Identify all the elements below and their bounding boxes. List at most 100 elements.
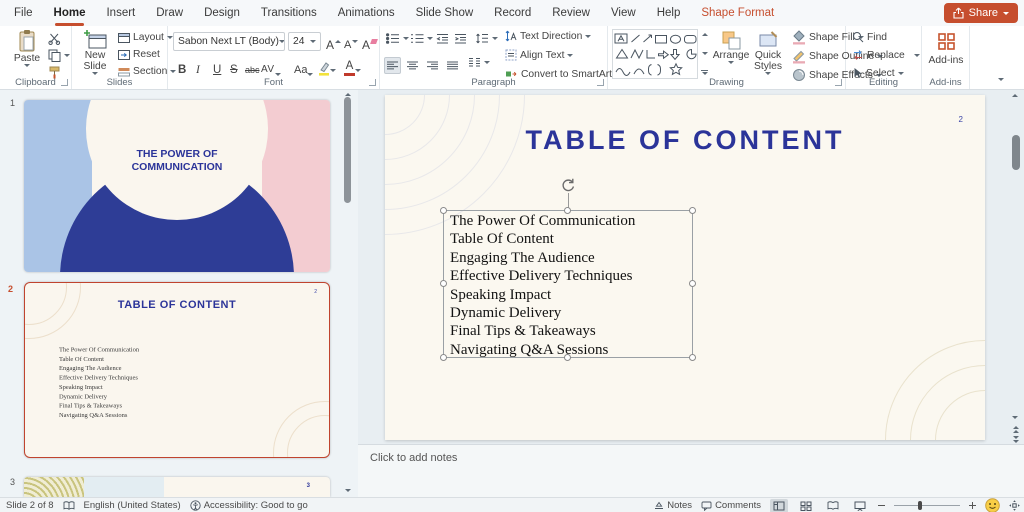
replace-button[interactable]: Replace	[852, 49, 920, 61]
increase-indent-button[interactable]	[454, 33, 467, 44]
character-spacing-button[interactable]: AV	[261, 58, 281, 76]
grow-font-button[interactable]: A	[326, 33, 341, 51]
align-right-button[interactable]	[424, 57, 441, 74]
slideshow-view-button[interactable]	[851, 499, 869, 512]
thumbnails-scrollbar-thumb[interactable]	[344, 97, 351, 203]
shapes-gallery[interactable]	[612, 29, 698, 79]
thumbnails-scroll-down-icon[interactable]	[345, 489, 351, 492]
comments-button[interactable]: Comments	[701, 500, 761, 511]
new-slide-button[interactable]: New Slide	[76, 29, 114, 75]
cut-button[interactable]	[48, 32, 61, 45]
current-slide[interactable]: TABLE OF CONTENT 2 The Power Of Communic…	[385, 95, 985, 440]
selection-handle[interactable]	[440, 354, 447, 361]
slide-canvas[interactable]: TABLE OF CONTENT 2 The Power Of Communic…	[358, 90, 1024, 444]
find-button[interactable]: Find	[852, 31, 887, 43]
font-name-combobox[interactable]: Sabon Next LT (Body)	[173, 32, 285, 51]
reading-view-button[interactable]	[824, 499, 842, 512]
font-dialog-launcher-icon[interactable]	[369, 79, 376, 86]
align-center-button[interactable]	[404, 57, 421, 74]
notes-pane[interactable]: Click to add notes	[358, 444, 1024, 497]
accessibility-status[interactable]: Accessibility: Good to go	[190, 500, 308, 511]
menu-tab-slide-show[interactable]: Slide Show	[416, 7, 474, 19]
clear-formatting-button[interactable]: A	[362, 33, 377, 51]
next-slide-button[interactable]	[1013, 436, 1019, 443]
toc-item[interactable]: Engaging The Audience	[444, 249, 692, 267]
copy-button[interactable]	[48, 49, 70, 62]
align-text-button[interactable]: Align Text	[505, 49, 573, 61]
selection-handle[interactable]	[689, 354, 696, 361]
smiley-face-icon[interactable]	[985, 498, 1000, 512]
change-case-button[interactable]: Aa	[294, 58, 313, 76]
spell-check-icon[interactable]	[63, 501, 75, 510]
zoom-slider-thumb[interactable]	[918, 501, 922, 510]
zoom-out-button[interactable]	[878, 505, 885, 506]
selection-handle[interactable]	[689, 280, 696, 287]
text-direction-button[interactable]: Text Direction	[505, 30, 591, 42]
underline-button[interactable]: U	[213, 58, 221, 76]
slide-title[interactable]: TABLE OF CONTENT	[385, 125, 985, 156]
menu-tab-draw[interactable]: Draw	[156, 7, 183, 19]
toc-item[interactable]: Dynamic Delivery	[444, 304, 692, 322]
collapse-ribbon-icon[interactable]	[998, 78, 1004, 81]
toc-textbox-selected[interactable]: The Power Of Communication Table Of Cont…	[443, 210, 693, 358]
menu-tab-help[interactable]: Help	[657, 7, 681, 19]
quick-styles-button[interactable]: Quick Styles	[750, 30, 786, 75]
numbering-button[interactable]	[410, 33, 433, 44]
text-shadow-button[interactable]: abc	[245, 58, 260, 76]
notes-placeholder[interactable]: Click to add notes	[370, 452, 457, 464]
menu-tab-transitions[interactable]: Transitions	[261, 7, 317, 19]
highlight-color-button[interactable]	[318, 58, 336, 76]
gallery-more-icon[interactable]	[701, 70, 708, 75]
slide-sorter-view-button[interactable]	[797, 499, 815, 512]
menu-tab-review[interactable]: Review	[552, 7, 590, 19]
zoom-in-button[interactable]	[969, 502, 976, 509]
bold-button[interactable]: B	[178, 58, 186, 76]
font-size-combobox[interactable]: 24	[288, 32, 321, 51]
arrange-button[interactable]: Arrange	[714, 30, 748, 64]
canvas-scrollbar-thumb[interactable]	[1012, 135, 1020, 170]
menu-tab-design[interactable]: Design	[204, 7, 240, 19]
paragraph-dialog-launcher-icon[interactable]	[597, 79, 604, 86]
thumbnails-scroll-up-icon[interactable]	[345, 93, 351, 96]
menu-tab-view[interactable]: View	[611, 7, 636, 19]
selection-handle[interactable]	[689, 207, 696, 214]
justify-button[interactable]	[444, 57, 461, 74]
font-color-button[interactable]: A	[344, 58, 361, 76]
fit-slide-to-window-button[interactable]	[1009, 500, 1020, 511]
menu-tab-home[interactable]: Home	[54, 7, 86, 19]
menu-tab-insert[interactable]: Insert	[106, 7, 135, 19]
slide-indicator[interactable]: Slide 2 of 8	[6, 500, 54, 511]
canvas-scroll-up-icon[interactable]	[1012, 94, 1018, 97]
reset-button[interactable]: Reset	[118, 49, 160, 60]
previous-slide-button[interactable]	[1013, 426, 1019, 433]
slide-1-thumbnail[interactable]: THE POWER OF COMMUNICATION	[24, 100, 330, 272]
selection-handle[interactable]	[564, 354, 571, 361]
bullets-button[interactable]	[386, 33, 409, 44]
strikethrough-button[interactable]: S	[230, 58, 238, 76]
line-spacing-button[interactable]	[475, 33, 498, 44]
italic-button[interactable]: I	[196, 58, 200, 76]
scroll-up-icon[interactable]	[702, 33, 708, 36]
toc-item[interactable]: Effective Delivery Techniques	[444, 267, 692, 285]
selection-handle[interactable]	[564, 207, 571, 214]
menu-tab-record[interactable]: Record	[494, 7, 531, 19]
menu-tab-shape-format[interactable]: Shape Format	[701, 7, 774, 19]
scroll-down-icon[interactable]	[702, 52, 708, 55]
notes-toggle-button[interactable]: Notes	[654, 500, 692, 511]
align-left-button[interactable]	[384, 57, 401, 74]
toc-item[interactable]: The Power Of Communication	[444, 212, 692, 230]
slide-2-thumbnail-selected[interactable]: TABLE OF CONTENT 2 The Power Of Communic…	[24, 282, 330, 458]
paste-button[interactable]: Paste	[8, 29, 46, 67]
menu-tab-file[interactable]: File	[14, 7, 33, 19]
rotation-handle[interactable]	[560, 177, 576, 193]
toc-item[interactable]: Speaking Impact	[444, 286, 692, 304]
drawing-dialog-launcher-icon[interactable]	[835, 79, 842, 86]
menu-tab-animations[interactable]: Animations	[338, 7, 395, 19]
columns-button[interactable]	[468, 57, 490, 67]
slide-3-thumbnail[interactable]: 3	[24, 477, 330, 497]
shapes-gallery-scroll[interactable]	[699, 29, 710, 79]
toc-item[interactable]: Table Of Content	[444, 230, 692, 248]
language-indicator[interactable]: English (United States)	[84, 500, 181, 511]
canvas-scroll-down-icon[interactable]	[1012, 416, 1018, 419]
share-button[interactable]: Share	[944, 3, 1018, 23]
